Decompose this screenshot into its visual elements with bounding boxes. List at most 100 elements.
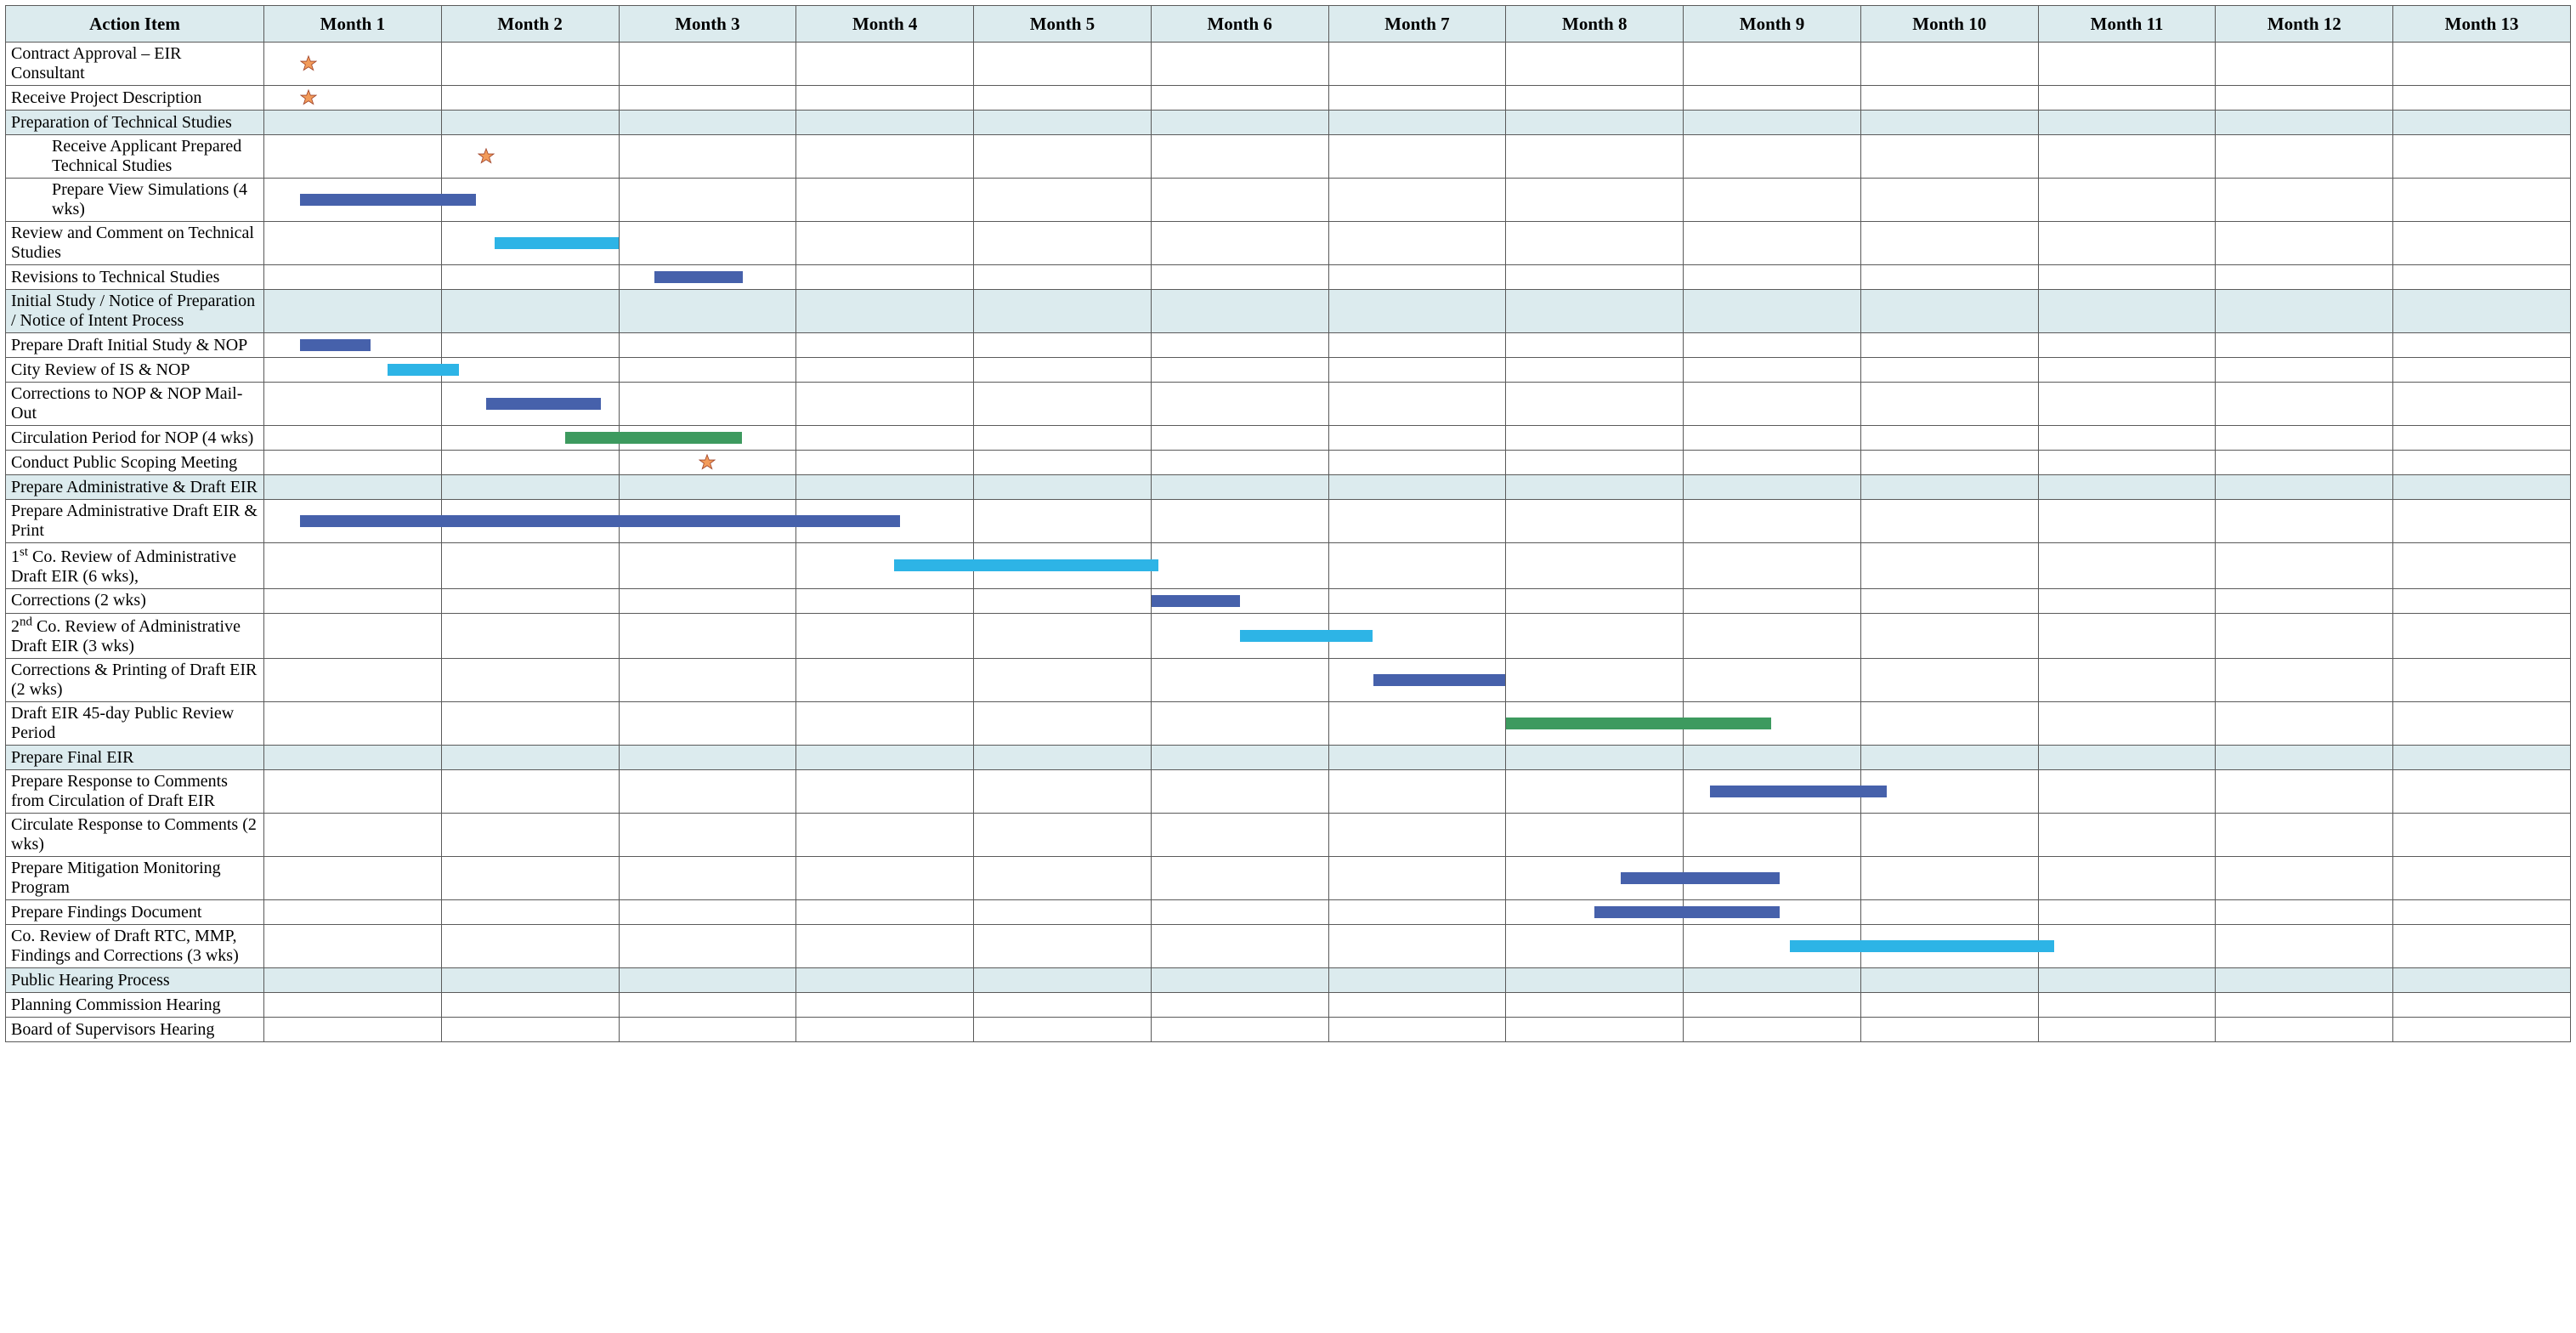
month-cell <box>2216 86 2393 111</box>
month-cell <box>2393 613 2571 659</box>
month-cell <box>2038 333 2216 358</box>
gantt-bar <box>1152 595 1240 607</box>
month-cell <box>796 451 974 475</box>
header-month-1: Month 1 <box>264 6 442 43</box>
month-cell <box>441 222 619 265</box>
month-cell <box>1684 43 1861 86</box>
month-cell <box>2393 543 2571 589</box>
month-cell <box>619 135 796 179</box>
month-cell <box>1328 179 1506 222</box>
month-cell <box>974 290 1152 333</box>
month-cell <box>796 857 974 900</box>
month-cell <box>1506 746 1684 770</box>
month-cell <box>1684 135 1861 179</box>
month-cell <box>619 451 796 475</box>
month-cell <box>1684 451 1861 475</box>
task-row: Contract Approval – EIR Consultant <box>6 43 2571 86</box>
month-cell <box>2038 588 2216 613</box>
month-cell <box>2038 43 2216 86</box>
month-cell <box>1684 900 1861 925</box>
month-cell <box>2393 746 2571 770</box>
month-cell <box>619 426 796 451</box>
month-cell <box>1151 925 1328 968</box>
month-cell <box>1684 333 1861 358</box>
action-item-label: Co. Review of Draft RTC, MMP, Findings a… <box>6 925 264 968</box>
month-cell <box>1151 1018 1328 1042</box>
action-item-label: 2nd Co. Review of Administrative Draft E… <box>6 613 264 659</box>
month-cell <box>441 265 619 290</box>
month-cell <box>441 500 619 543</box>
month-cell <box>1151 43 1328 86</box>
month-cell <box>796 135 974 179</box>
month-cell <box>2393 135 2571 179</box>
month-cell <box>2393 659 2571 702</box>
action-item-label: Prepare View Simulations (4 wks) <box>6 179 264 222</box>
month-cell <box>1151 383 1328 426</box>
month-cell <box>1506 857 1684 900</box>
month-cell <box>2393 993 2571 1018</box>
header-month-11: Month 11 <box>2038 6 2216 43</box>
month-cell <box>796 475 974 500</box>
action-item-label: Prepare Administrative & Draft EIR <box>6 475 264 500</box>
month-cell <box>796 702 974 746</box>
month-cell <box>1506 135 1684 179</box>
action-item-label: Prepare Administrative Draft EIR & Print <box>6 500 264 543</box>
month-cell <box>2216 925 2393 968</box>
month-cell <box>2038 770 2216 814</box>
month-cell <box>441 857 619 900</box>
task-row: Revisions to Technical Studies <box>6 265 2571 290</box>
month-cell <box>1860 358 2038 383</box>
month-cell <box>441 746 619 770</box>
section-row: Prepare Final EIR <box>6 746 2571 770</box>
month-cell <box>2216 451 2393 475</box>
month-cell <box>441 900 619 925</box>
month-cell <box>1151 475 1328 500</box>
month-cell <box>264 86 442 111</box>
month-cell <box>2393 43 2571 86</box>
month-cell <box>974 968 1152 993</box>
month-cell <box>441 702 619 746</box>
month-cell <box>2393 290 2571 333</box>
month-cell <box>974 993 1152 1018</box>
action-item-label: Preparation of Technical Studies <box>6 111 264 135</box>
month-cell <box>2216 993 2393 1018</box>
task-row: Planning Commission Hearing <box>6 993 2571 1018</box>
month-cell <box>1684 746 1861 770</box>
month-cell <box>1328 588 1506 613</box>
month-cell <box>1684 500 1861 543</box>
month-cell <box>619 358 796 383</box>
month-cell <box>974 814 1152 857</box>
month-cell <box>1860 968 2038 993</box>
month-cell <box>1506 451 1684 475</box>
month-cell <box>2393 475 2571 500</box>
month-cell <box>2038 222 2216 265</box>
month-cell <box>2038 814 2216 857</box>
task-row: Review and Comment on Technical Studies <box>6 222 2571 265</box>
month-cell <box>1860 857 2038 900</box>
month-cell <box>1151 333 1328 358</box>
header-month-4: Month 4 <box>796 6 974 43</box>
month-cell <box>264 746 442 770</box>
task-row: Prepare Mitigation Monitoring Program <box>6 857 2571 900</box>
month-cell <box>1860 1018 2038 1042</box>
month-cell <box>2216 358 2393 383</box>
action-item-label: Corrections to NOP & NOP Mail-Out <box>6 383 264 426</box>
month-cell <box>264 900 442 925</box>
month-cell <box>974 659 1152 702</box>
month-cell <box>2038 135 2216 179</box>
month-cell <box>1860 770 2038 814</box>
month-cell <box>619 222 796 265</box>
month-cell <box>796 814 974 857</box>
month-cell <box>1684 588 1861 613</box>
month-cell <box>2038 111 2216 135</box>
month-cell <box>2038 702 2216 746</box>
month-cell <box>1684 814 1861 857</box>
month-cell <box>1506 814 1684 857</box>
month-cell <box>1860 135 2038 179</box>
month-cell <box>1151 900 1328 925</box>
month-cell <box>2216 968 2393 993</box>
month-cell <box>1684 426 1861 451</box>
month-cell <box>796 1018 974 1042</box>
month-cell <box>2216 613 2393 659</box>
month-cell <box>441 925 619 968</box>
